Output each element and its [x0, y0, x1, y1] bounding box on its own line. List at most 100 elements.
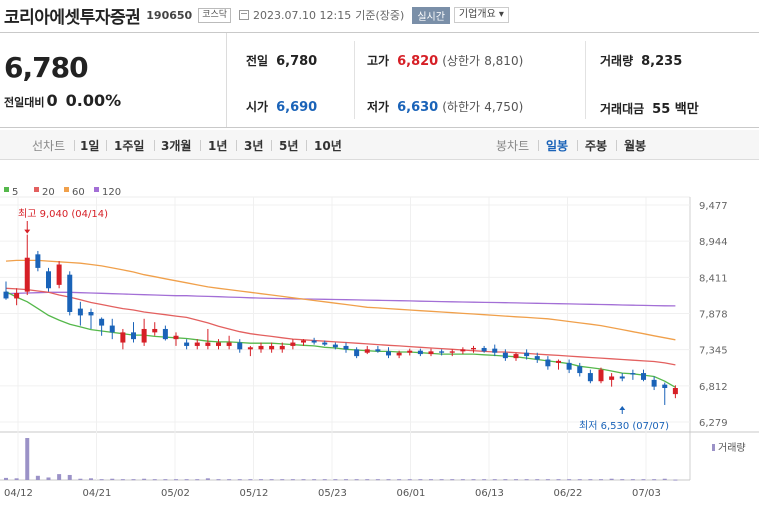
- y-tick-label: 8,944: [699, 237, 728, 248]
- candle-body: [14, 293, 20, 299]
- candle-body: [24, 257, 30, 292]
- volume-bar: [333, 479, 338, 481]
- candle-body: [641, 373, 646, 380]
- x-tick-label: 07/03: [632, 488, 661, 499]
- volume-bar: [67, 474, 72, 480]
- candle-body: [46, 271, 51, 289]
- legend-swatch: [94, 187, 99, 192]
- candle-body: [67, 274, 73, 313]
- candle-body: [301, 340, 306, 343]
- volume-bar: [227, 479, 232, 481]
- candle-body: [3, 291, 9, 299]
- volume-bar: [110, 478, 115, 480]
- volume-bar: [322, 479, 327, 481]
- candle-body: [386, 351, 391, 356]
- x-tick-label: 04/12: [4, 488, 33, 499]
- volume-bar: [450, 479, 455, 481]
- candle-body: [375, 349, 381, 352]
- volume-bar: [535, 479, 540, 481]
- volume-bar: [492, 479, 497, 481]
- max-annotation-label: 최고 9,040 (04/14): [18, 208, 108, 220]
- candle-body: [311, 340, 317, 343]
- volume-bar: [99, 479, 104, 481]
- volume-bar: [439, 479, 444, 481]
- volume-bar: [429, 479, 433, 481]
- volume-bar: [482, 479, 487, 481]
- candle-body: [577, 366, 583, 374]
- y-tick-label: 7,345: [699, 346, 728, 357]
- volume-bar: [216, 479, 221, 481]
- volume-bar: [46, 477, 51, 480]
- candle-body: [247, 347, 253, 350]
- volume-bar: [577, 479, 582, 481]
- candle-body: [88, 312, 94, 316]
- volume-bar: [407, 479, 412, 481]
- volume-bar: [652, 479, 657, 481]
- candle-body: [609, 376, 615, 380]
- volume-bar: [567, 479, 572, 481]
- x-tick-label: 05/23: [318, 488, 347, 499]
- candle-body: [651, 379, 657, 387]
- candle-body: [407, 350, 413, 353]
- volume-bar: [174, 479, 178, 481]
- volume-bar: [120, 479, 125, 481]
- candle-body: [131, 332, 136, 340]
- volume-bar: [620, 479, 625, 481]
- candle-body: [194, 342, 200, 346]
- volume-bar: [280, 479, 285, 481]
- candle-body: [364, 349, 370, 353]
- x-tick-label: 05/12: [240, 488, 269, 499]
- candle-body: [439, 351, 445, 353]
- candle-body: [205, 342, 211, 346]
- candle-body: [449, 351, 455, 353]
- volume-legend-label: 거래량: [718, 442, 746, 454]
- candle-body: [428, 351, 434, 355]
- volume-bar: [641, 479, 646, 481]
- volume-bar: [514, 479, 518, 481]
- volume-bar: [290, 479, 295, 481]
- candle-body: [35, 254, 41, 268]
- candle-body: [354, 349, 360, 357]
- candle-body: [598, 369, 604, 382]
- candle-body: [99, 318, 105, 326]
- volume-bar: [4, 477, 8, 480]
- volume-bar: [35, 475, 40, 480]
- y-tick-label: 7,878: [699, 310, 728, 321]
- candle-body: [619, 376, 625, 379]
- volume-bar: [599, 479, 603, 481]
- volume-bar: [344, 479, 348, 481]
- x-tick-label: 06/13: [475, 488, 504, 499]
- volume-bar: [545, 479, 550, 481]
- candle-body: [534, 356, 540, 360]
- volume-bar: [503, 479, 508, 481]
- candle-body: [460, 349, 466, 352]
- legend-swatch: [4, 187, 9, 192]
- x-tick-label: 05/02: [161, 488, 190, 499]
- candle-body: [184, 342, 190, 346]
- volume-bar: [248, 479, 253, 481]
- volume-bar: [57, 474, 62, 480]
- candle-body: [492, 348, 498, 353]
- candle-body: [237, 342, 243, 350]
- candle-body: [322, 342, 328, 345]
- y-tick-label: 9,477: [699, 201, 728, 212]
- volume-bar: [195, 479, 200, 481]
- volume-bar: [630, 479, 635, 481]
- volume-bar: [365, 479, 370, 481]
- volume-bar: [89, 478, 93, 480]
- candle-body: [279, 345, 285, 350]
- volume-bar: [14, 478, 19, 480]
- volume-bar: [386, 479, 391, 481]
- candle-body: [662, 384, 668, 389]
- volume-bar: [142, 478, 147, 480]
- volume-bar: [471, 479, 476, 481]
- candle-body: [524, 352, 530, 357]
- candle-body: [226, 342, 232, 346]
- candle-body: [587, 373, 593, 382]
- legend-swatch: [64, 187, 69, 192]
- x-tick-label: 04/21: [83, 488, 112, 499]
- candle-body: [672, 388, 678, 395]
- legend-label: 60: [72, 187, 85, 198]
- candle-body: [332, 344, 338, 348]
- volume-bar: [152, 479, 157, 481]
